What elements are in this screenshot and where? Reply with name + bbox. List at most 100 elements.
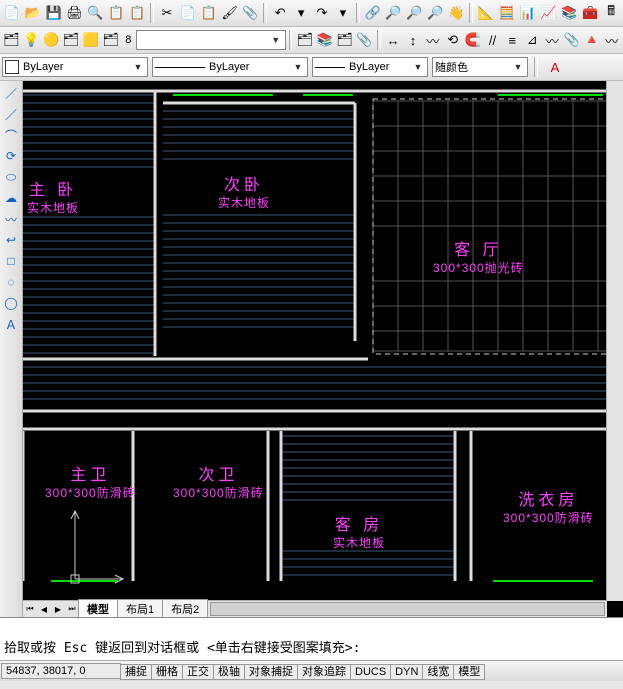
dim-tool-button[interactable]: 🧲 (463, 29, 482, 51)
toolbar-button[interactable]: 🖌 (220, 2, 240, 24)
chevron-down-icon: ▼ (269, 35, 283, 45)
dim-tool-button[interactable]: 📎 (563, 29, 582, 51)
draw-tool-button[interactable]: Ａ (1, 314, 21, 334)
toolbar-standard: 📄📂💾🖨🔍📋📋✂📄📋🖌📎↶▾↷▾🔗🔎🔎🔎👋📐🧮📊📈📚🧰🖩 (0, 0, 623, 27)
layer-button[interactable]: 🟨 (82, 29, 101, 51)
toolbar-button[interactable]: 🔍 (86, 2, 106, 24)
status-toggle[interactable]: 模型 (453, 664, 485, 680)
text-style-icon[interactable]: A (544, 56, 566, 78)
model-tab[interactable]: 模型 (78, 599, 118, 617)
plot-style-label: 随颜色 (435, 59, 468, 75)
toolbar-button[interactable]: 🔎 (425, 2, 445, 24)
toolbar-button[interactable]: 📐 (476, 2, 496, 24)
dim-tool-button[interactable]: ≡ (503, 29, 522, 51)
toolbar-button[interactable]: ↷ (312, 2, 332, 24)
status-toggle[interactable]: 线宽 (422, 664, 454, 680)
toolbar-button[interactable]: 👋 (446, 2, 466, 24)
toolbar-button[interactable]: 🧮 (497, 2, 517, 24)
toolbar-button[interactable]: 📄 (178, 2, 198, 24)
dim-tool-button[interactable]: ↕ (404, 29, 423, 51)
toolbar-button[interactable]: 💾 (44, 2, 64, 24)
layer-combo-label: ByLayer (23, 61, 63, 73)
layer-button[interactable]: 🗂 (62, 29, 81, 51)
dim-tool-button[interactable]: 〰 (423, 29, 442, 51)
command-prompt: 拾取或按 Esc 键返回到对话框或 <单击右键接受图案填充>: (4, 641, 619, 658)
layout1-tab[interactable]: 布局1 (117, 599, 163, 617)
draw-tool-button[interactable]: ◌ (1, 272, 21, 292)
tab-nav-last[interactable]: ⏭ (65, 602, 79, 616)
layer-tool-button[interactable]: 📎 (355, 29, 374, 51)
dim-tool-button[interactable]: // (483, 29, 502, 51)
toolbar-button[interactable]: 📚 (559, 2, 579, 24)
toolbar-button[interactable]: 🧰 (580, 2, 600, 24)
draw-tool-button[interactable]: □ (1, 251, 21, 271)
status-toggle[interactable]: 对象追踪 (297, 664, 351, 680)
toolbar-button[interactable]: 🔎 (404, 2, 424, 24)
layer-tool-button[interactable]: 🗂 (295, 29, 314, 51)
toolbar-button[interactable]: ▾ (291, 2, 311, 24)
draw-tool-button[interactable]: ⌒ (1, 125, 21, 145)
dim-tool-button[interactable]: ⟲ (443, 29, 462, 51)
draw-tool-button[interactable]: ⬭ (1, 167, 21, 187)
toolbar-button[interactable]: 🖨 (65, 2, 85, 24)
toolbar-button[interactable]: ↶ (270, 2, 290, 24)
status-toggle[interactable]: 对象捕捉 (244, 664, 298, 680)
dim-tool-button[interactable]: 〰 (602, 29, 621, 51)
toolbar-button[interactable]: 📈 (539, 2, 559, 24)
status-toggle[interactable]: DUCS (350, 664, 391, 680)
lineweight-combo[interactable]: ByLayer ▼ (312, 57, 428, 77)
layer-count: 8 (121, 34, 135, 46)
layer-button[interactable]: 🗂 (101, 29, 120, 51)
vertical-scrollbar[interactable] (606, 81, 623, 601)
layer-button[interactable]: 🗂 (2, 29, 21, 51)
draw-tool-button[interactable]: ⟳ (1, 146, 21, 166)
layout-tab-bar: ⏮ ◀ ▶ ⏭ 模型 布局1 布局2 (23, 600, 607, 617)
status-toggle[interactable]: 正交 (182, 664, 214, 680)
dim-tool-button[interactable]: ⊿ (523, 29, 542, 51)
layer-tool-button[interactable]: 📚 (315, 29, 334, 51)
dim-tool-button[interactable]: 🔺 (582, 29, 601, 51)
draw-tool-button[interactable]: 〰 (1, 209, 21, 229)
toolbar-button[interactable]: 📋 (106, 2, 126, 24)
toolbar-button[interactable]: 🖩 (601, 2, 621, 24)
dim-tool-button[interactable]: ↔ (384, 29, 403, 51)
status-toggle[interactable]: DYN (390, 664, 423, 680)
dim-tool-button[interactable]: 〰 (543, 29, 562, 51)
status-toggle[interactable]: 捕捉 (120, 664, 152, 680)
layer-button[interactable]: 💡 (22, 29, 41, 51)
toolbar-properties: ByLayer ▼ ByLayer ▼ ByLayer ▼ 随颜色 ▼ A (0, 54, 623, 81)
toolbar-button[interactable]: 📎 (241, 2, 261, 24)
linetype-combo[interactable]: ByLayer ▼ (152, 57, 308, 77)
toolbar-button[interactable]: 📂 (23, 2, 43, 24)
tab-nav-prev[interactable]: ◀ (37, 602, 51, 616)
draw-tool-button[interactable]: ／ (1, 104, 21, 124)
toolbar-button[interactable]: ✂ (157, 2, 177, 24)
model-canvas[interactable]: 主 卧实木地板次卧实木地板客 厅300*300抛光砖主卫300*300防滑砖次卫… (23, 81, 623, 617)
status-toggle[interactable]: 极轴 (213, 664, 245, 680)
chevron-down-icon: ▼ (131, 62, 145, 72)
horizontal-scrollbar[interactable] (210, 602, 605, 616)
toolbar-button[interactable]: 🔗 (363, 2, 383, 24)
layer-color-combo[interactable]: ByLayer ▼ (2, 57, 148, 77)
tab-nav-first[interactable]: ⏮ (23, 602, 37, 616)
layout2-tab[interactable]: 布局2 (162, 599, 208, 617)
toolbar-button[interactable]: 📋 (127, 2, 147, 24)
tab-nav-next[interactable]: ▶ (51, 602, 65, 616)
plot-style-combo[interactable]: 随颜色 ▼ (432, 57, 528, 77)
draw-tool-button[interactable]: ◯ (1, 293, 21, 313)
status-toggle[interactable]: 栅格 (151, 664, 183, 680)
toolbar-button[interactable]: ▾ (333, 2, 353, 24)
toolbox-draw: ／／⌒⟳⬭☁〰↩□◌◯Ａ (0, 81, 23, 617)
chevron-down-icon: ▼ (411, 62, 425, 72)
layer-tool-button[interactable]: 🗂 (335, 29, 354, 51)
toolbar-button[interactable]: 🔎 (383, 2, 403, 24)
draw-tool-button[interactable]: ↩ (1, 230, 21, 250)
layer-button[interactable]: 🟡 (42, 29, 61, 51)
toolbar-button[interactable]: 📄 (2, 2, 22, 24)
draw-tool-button[interactable]: ／ (1, 83, 21, 103)
toolbar-button[interactable]: 📊 (518, 2, 538, 24)
toolbar-button[interactable]: 📋 (199, 2, 219, 24)
draw-tool-button[interactable]: ☁ (1, 188, 21, 208)
layer-combo[interactable]: ▼ (136, 30, 285, 50)
command-window[interactable]: 拾取或按 Esc 键返回到对话框或 <单击右键接受图案填充>: (0, 617, 623, 660)
